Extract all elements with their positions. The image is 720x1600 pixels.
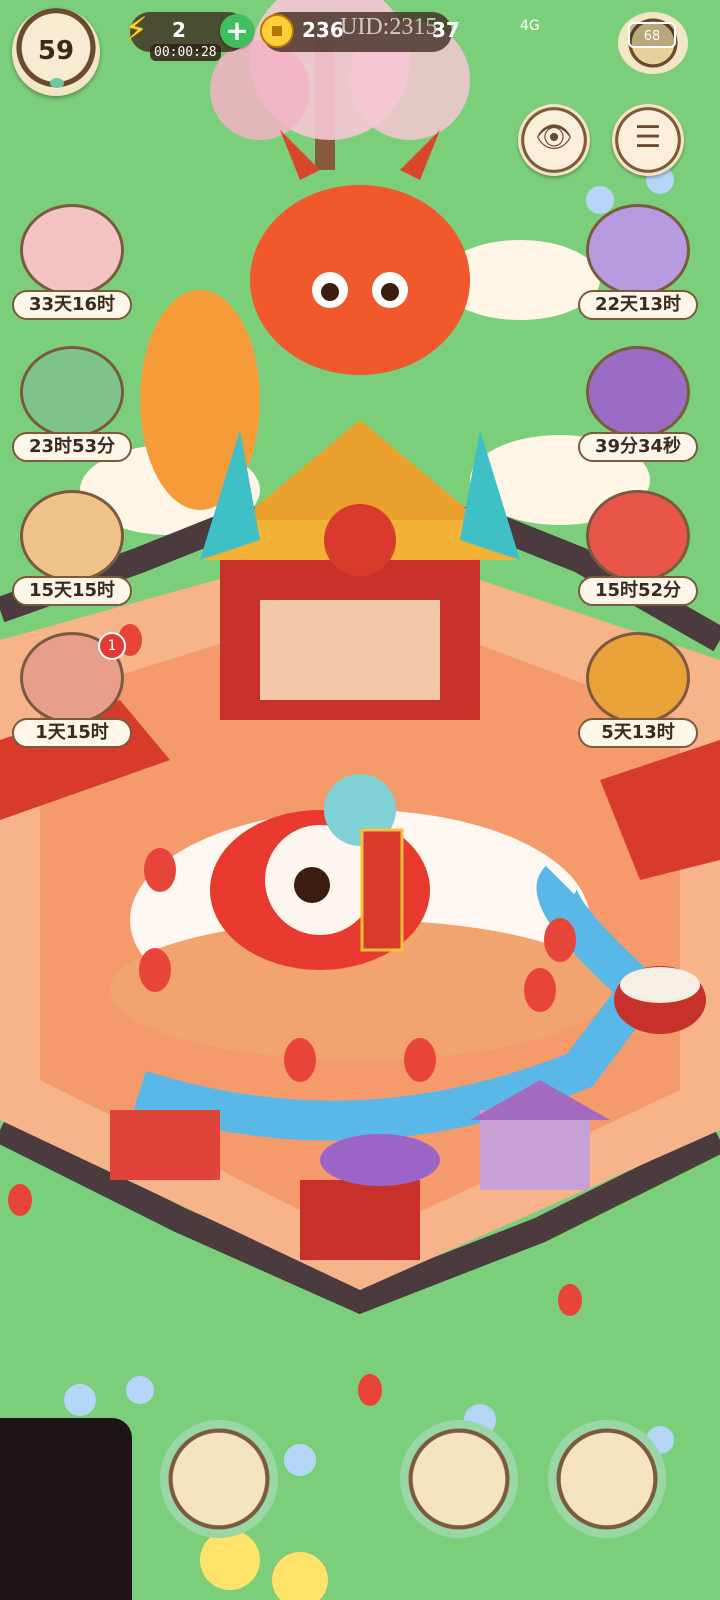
event-timer: 23时53分 bbox=[12, 432, 132, 462]
event-button-left-2[interactable]: 23时53分 bbox=[12, 346, 132, 464]
event-book-icon bbox=[20, 204, 124, 296]
event-button-right-4[interactable]: 5天13时 bbox=[578, 632, 698, 750]
event-button-left-1[interactable]: 33天16时 bbox=[12, 204, 132, 322]
event-timer: 5天13时 bbox=[578, 718, 698, 748]
energy-value: 2 bbox=[172, 18, 186, 42]
event-timer: 15天15时 bbox=[12, 576, 132, 606]
teapot-action-button[interactable] bbox=[548, 1420, 666, 1538]
menu-button[interactable]: ☰ bbox=[612, 104, 684, 176]
event-timer: 33天16时 bbox=[12, 290, 132, 320]
event-button-right-2[interactable]: 39分34秒 bbox=[578, 346, 698, 464]
event-gate-icon bbox=[20, 346, 124, 438]
menu-icon: ☰ bbox=[634, 120, 662, 155]
event-cat-icon bbox=[586, 204, 690, 296]
shop-button[interactable] bbox=[400, 1420, 518, 1538]
event-timer: 22天13时 bbox=[578, 290, 698, 320]
energy-bolt-icon: ⚡ bbox=[124, 10, 148, 50]
energy-timer: 00:00:28 bbox=[150, 44, 221, 61]
plus-icon: + bbox=[225, 14, 249, 47]
coin-value: 236 bbox=[302, 18, 344, 42]
event-chest-icon bbox=[586, 632, 690, 724]
view-toggle-button[interactable]: 👁 bbox=[518, 104, 590, 176]
overlay-panel bbox=[0, 1418, 132, 1600]
event-pipa-icon bbox=[20, 490, 124, 582]
eye-icon: 👁 bbox=[534, 120, 574, 155]
event-treasure-icon bbox=[586, 490, 690, 582]
network-label: 4G bbox=[520, 18, 540, 34]
event-button-right-1[interactable]: 22天13时 bbox=[578, 204, 698, 322]
notification-badge: 1 bbox=[98, 632, 126, 660]
event-timer: 15时52分 bbox=[578, 576, 698, 606]
event-timer: 39分34秒 bbox=[578, 432, 698, 462]
event-button-left-3[interactable]: 15天15时 bbox=[12, 490, 132, 608]
uid-watermark: UID:2315 bbox=[340, 14, 438, 40]
coin-icon bbox=[260, 14, 294, 48]
add-energy-button[interactable]: + bbox=[220, 14, 254, 48]
event-button-right-3[interactable]: 15时52分 bbox=[578, 490, 698, 608]
player-level-badge[interactable]: 59 bbox=[12, 8, 100, 96]
level-wing-icon bbox=[50, 78, 64, 88]
event-box-icon bbox=[586, 346, 690, 438]
status-bar: 4G bbox=[520, 18, 540, 34]
battery-indicator: 68 bbox=[628, 22, 676, 48]
character-button[interactable] bbox=[160, 1420, 278, 1538]
event-timer: 1天15时 bbox=[12, 718, 132, 748]
player-level: 59 bbox=[37, 36, 75, 66]
event-button-left-4[interactable]: 1 1天15时 bbox=[12, 632, 132, 750]
teapot-button[interactable]: 68 bbox=[618, 12, 688, 74]
